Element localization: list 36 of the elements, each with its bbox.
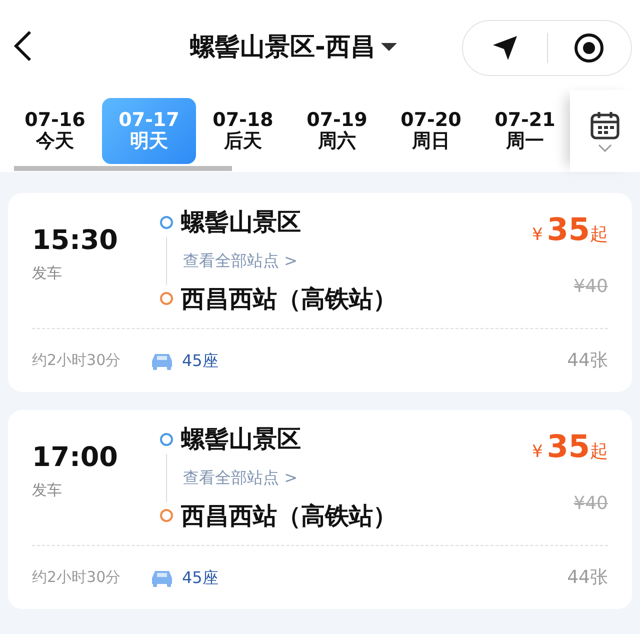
departure-time: 17:00 — [32, 444, 119, 471]
price: ¥35起 — [532, 432, 608, 466]
calendar-button[interactable] — [570, 90, 640, 172]
date-tab[interactable]: 07-19 周六 — [290, 98, 384, 164]
origin-station: 螺髻山景区 — [181, 208, 301, 236]
departure-time: 15:30 — [32, 226, 119, 254]
origin-dot — [160, 432, 173, 446]
calendar-icon — [590, 110, 620, 140]
destination-station: 西昌西站（高铁站） — [181, 502, 397, 530]
destination-dot — [160, 509, 173, 522]
seat-count: 45座 — [182, 566, 220, 588]
trip-card[interactable]: 17:00 发车 螺髻山景区 查看全部站点 > 西昌西站（高铁站） ¥35起 ¥40 约2小时30分 45座 44张 — [8, 410, 632, 609]
dropdown-caret-icon[interactable] — [381, 42, 398, 52]
date-tab[interactable]: 07-21 周一 — [478, 98, 572, 164]
destination-dot — [160, 292, 173, 306]
trip-card[interactable]: 15:30 发车 螺髻山景区 查看全部站点 > 西昌西站（高铁站） ¥35起 ¥40 约2小时30分 45座 44张 — [8, 193, 632, 392]
destination-station: 西昌西站（高铁站） — [181, 284, 397, 314]
duration-text: 约2小时30分 — [32, 350, 122, 372]
duration-text: 约2小时30分 — [32, 567, 122, 588]
departure-label: 发车 — [32, 262, 63, 284]
chevron-down-icon — [598, 144, 612, 152]
date-tab[interactable]: 07-18 后天 — [196, 98, 290, 164]
target-icon — [573, 32, 606, 64]
route-title[interactable]: 螺髻山景区-西昌 — [190, 28, 376, 66]
navigation-arrow-icon — [490, 34, 519, 62]
date-tab[interactable]: 07-20 周日 — [384, 98, 478, 164]
origin-dot — [160, 216, 173, 229]
price: ¥35起 — [532, 215, 608, 249]
departure-label: 发车 — [32, 480, 63, 501]
date-tab[interactable]: 07-16 今天 — [8, 98, 102, 164]
tickets-left: 44张 — [567, 349, 608, 373]
original-price: ¥40 — [574, 492, 608, 516]
tickets-left: 44张 — [567, 566, 608, 590]
original-price: ¥40 — [574, 274, 608, 299]
seat-count: 45座 — [182, 350, 220, 372]
origin-station: 螺髻山景区 — [181, 424, 301, 454]
